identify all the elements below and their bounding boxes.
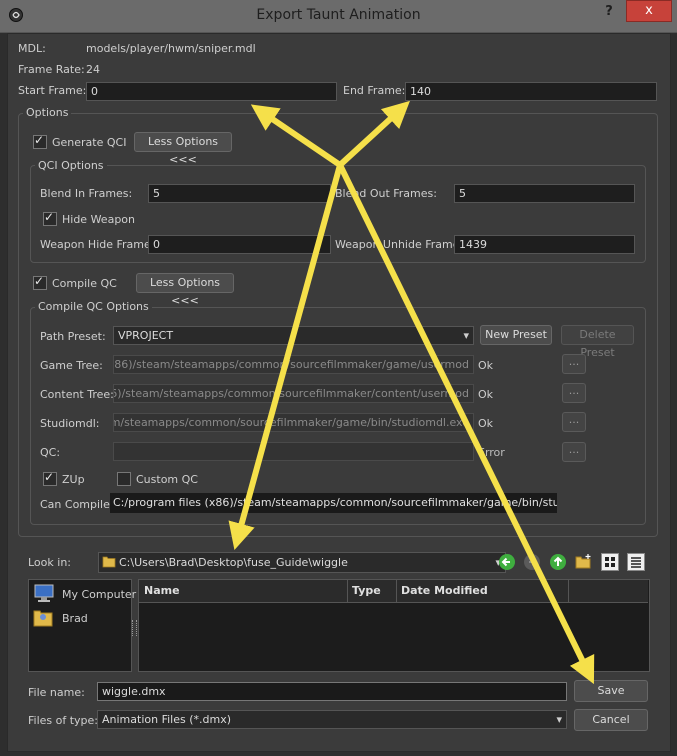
game-tree-browse-button[interactable]: ... xyxy=(562,354,586,374)
less-options-qci-button[interactable]: Less Options <<< xyxy=(134,132,232,166)
qc-label: QC: xyxy=(40,446,61,459)
qc-status: Error xyxy=(478,446,505,459)
weapon-unhide-label: Weapon Unhide Frame: xyxy=(335,238,464,251)
blend-in-input[interactable]: 5 xyxy=(148,184,331,203)
files-of-type-value: Animation Files (*.dmx) xyxy=(102,713,231,726)
forward-icon[interactable] xyxy=(523,553,541,571)
blend-out-input[interactable]: 5 xyxy=(454,184,635,203)
zup-checkbox[interactable] xyxy=(43,470,57,486)
path-preset-value: VPROJECT xyxy=(118,329,174,342)
title-bar: Export Taunt Animation ? x xyxy=(0,0,677,33)
generate-qci-checkbox[interactable] xyxy=(33,133,47,149)
look-in-label: Look in: xyxy=(28,556,71,569)
up-folder-icon[interactable] xyxy=(549,553,567,571)
file-name-label: File name: xyxy=(28,686,85,699)
compile-qc-options-title: Compile QC Options xyxy=(35,300,152,313)
compile-qc-label: Compile QC xyxy=(52,277,117,290)
qci-options-title: QCI Options xyxy=(35,159,107,172)
weapon-hide-input[interactable]: 0 xyxy=(148,235,331,254)
start-frame-label: Start Frame: xyxy=(18,84,87,97)
end-frame-input[interactable]: 140 xyxy=(405,82,657,101)
sidebar-item-my-computer[interactable]: My Computer xyxy=(62,588,136,601)
custom-qc-checkbox[interactable] xyxy=(117,472,131,486)
splitter-handle[interactable] xyxy=(132,620,137,636)
weapon-hide-label: Weapon Hide Frame: xyxy=(40,238,155,251)
path-preset-select[interactable]: VPROJECT xyxy=(113,326,474,345)
zup-label: ZUp xyxy=(62,473,85,486)
column-date-modified[interactable]: Date Modified xyxy=(396,580,569,602)
cancel-button[interactable]: Cancel xyxy=(574,709,648,731)
can-compile-value: C:/program files (x86)/steam/steamapps/c… xyxy=(110,493,557,513)
path-preset-label: Path Preset: xyxy=(40,330,106,343)
new-folder-icon[interactable] xyxy=(574,553,592,571)
blend-in-label: Blend In Frames: xyxy=(40,187,133,200)
column-date-modified-label: Date Modified xyxy=(401,584,488,597)
game-tree-status: Ok xyxy=(478,359,494,372)
mdl-value: models/player/hwm/sniper.mdl xyxy=(86,42,256,55)
studiomdl-label: Studiomdl: xyxy=(40,417,100,430)
user-folder-icon xyxy=(33,610,53,627)
look-in-select[interactable]: C:\Users\Brad\Desktop\fuse_Guide\wiggle xyxy=(98,552,506,573)
options-title: Options xyxy=(23,106,72,119)
framerate-value: 24 xyxy=(86,63,100,76)
new-preset-button[interactable]: New Preset xyxy=(480,325,552,345)
look-in-value: C:\Users\Brad\Desktop\fuse_Guide\wiggle xyxy=(119,556,348,569)
computer-icon xyxy=(34,584,54,602)
icon-view-icon[interactable] xyxy=(601,553,619,571)
column-type-label: Type xyxy=(352,584,381,597)
compile-qc-checkbox[interactable] xyxy=(33,274,47,290)
game-tree-input[interactable]: c:/program files (x86)/steam/steamapps/c… xyxy=(113,355,474,374)
help-button[interactable]: ? xyxy=(600,4,618,19)
content-tree-browse-button[interactable]: ... xyxy=(562,383,586,403)
end-frame-label: End Frame: xyxy=(343,84,406,97)
file-name-input[interactable]: wiggle.dmx xyxy=(97,682,567,701)
column-name[interactable]: Name xyxy=(139,580,348,602)
custom-qc-label: Custom QC xyxy=(136,473,198,486)
start-frame-input[interactable]: 0 xyxy=(86,82,337,101)
detail-view-icon[interactable] xyxy=(627,553,645,571)
mdl-label: MDL: xyxy=(18,42,46,55)
framerate-label: Frame Rate: xyxy=(18,63,85,76)
studiomdl-browse-button[interactable]: ... xyxy=(562,412,586,432)
qc-input[interactable] xyxy=(113,442,474,461)
studiomdl-status: Ok xyxy=(478,417,494,430)
files-of-type-label: Files of type: xyxy=(28,714,99,727)
generate-qci-label: Generate QCI xyxy=(52,136,127,149)
blend-out-label: Blend Out Frames: xyxy=(335,187,437,200)
studiomdl-input[interactable]: c:/program files (x86)/steam/steamapps/c… xyxy=(113,413,474,432)
files-of-type-select[interactable]: Animation Files (*.dmx) xyxy=(97,710,567,729)
hide-weapon-label: Hide Weapon xyxy=(62,213,135,226)
back-icon[interactable] xyxy=(498,553,516,571)
can-compile-label: Can Compile: xyxy=(40,498,114,511)
hide-weapon-checkbox[interactable] xyxy=(43,210,57,226)
column-type[interactable]: Type xyxy=(347,580,397,602)
content-tree-label: Content Tree: xyxy=(40,388,114,401)
qc-browse-button[interactable]: ... xyxy=(562,442,586,462)
sidebar-item-brad[interactable]: Brad xyxy=(62,612,88,625)
delete-preset-button[interactable]: Delete Preset xyxy=(561,325,634,359)
game-tree-label: Game Tree: xyxy=(40,359,103,372)
column-name-label: Name xyxy=(144,584,180,597)
window-title: Export Taunt Animation xyxy=(256,7,421,23)
close-button[interactable]: x xyxy=(626,0,672,22)
less-options-qc-button[interactable]: Less Options <<< xyxy=(136,273,234,307)
folder-icon xyxy=(102,556,116,568)
save-button[interactable]: Save xyxy=(574,680,648,702)
content-tree-status: Ok xyxy=(478,388,494,401)
content-tree-input[interactable]: c:/program files (x86)/steam/steamapps/c… xyxy=(113,384,474,403)
weapon-unhide-input[interactable]: 1439 xyxy=(454,235,635,254)
